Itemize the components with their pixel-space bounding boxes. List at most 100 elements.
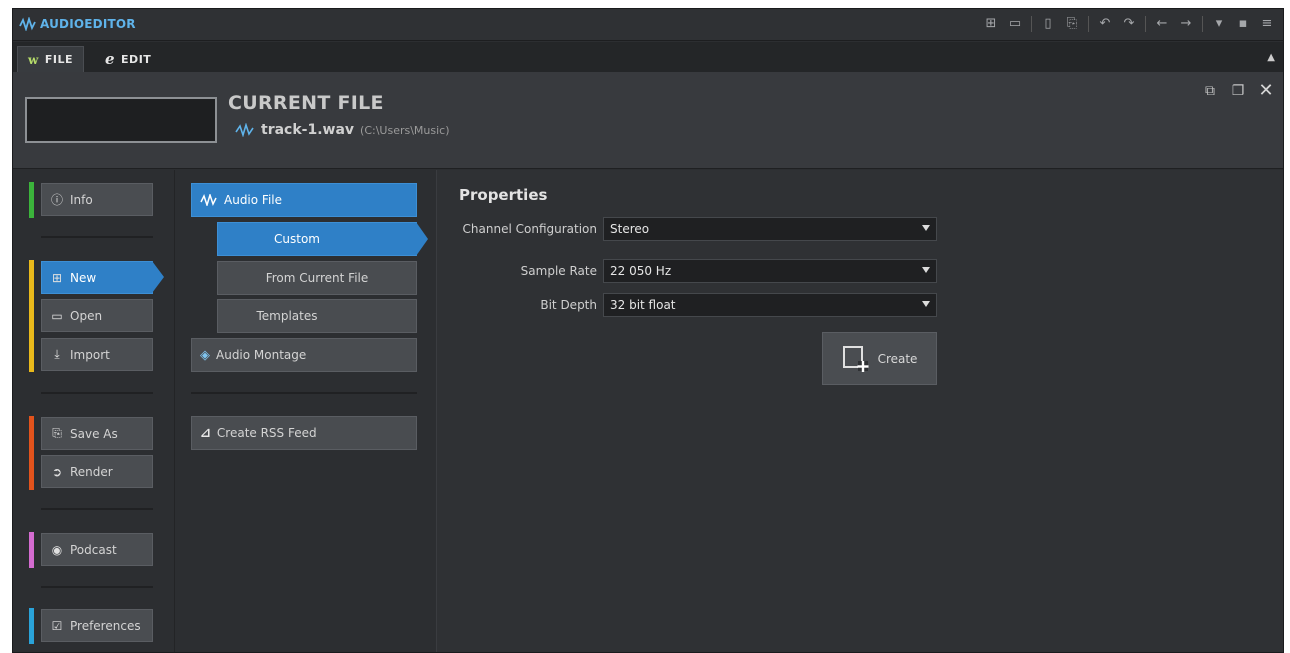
panel-divider xyxy=(191,392,417,394)
back-arrow-icon[interactable]: ← xyxy=(1154,15,1170,33)
sub-item-create-rss-feed[interactable]: ⊿ Create RSS Feed xyxy=(191,416,417,450)
close-icon[interactable]: ✕ xyxy=(1257,82,1275,100)
create-button[interactable]: Create xyxy=(822,332,937,385)
collapse-chevron-icon[interactable]: ▲ xyxy=(1267,52,1275,63)
tab-file-label: FILE xyxy=(44,53,73,66)
channel-configuration-label: Channel Configuration xyxy=(462,222,597,236)
sidebar-item-podcast[interactable]: ◉ Podcast xyxy=(41,533,153,566)
montage-icon: ◈ xyxy=(200,347,210,363)
toolbar-separator xyxy=(1145,16,1146,32)
new-file-icon: ⊞ xyxy=(51,270,63,285)
sidebar-item-render[interactable]: ➲ Render xyxy=(41,455,153,488)
channel-configuration-select[interactable]: Stereo xyxy=(603,217,937,241)
select-value: 22 050 Hz xyxy=(610,264,672,278)
sample-rate-select[interactable]: 22 050 Hz xyxy=(603,259,937,283)
tab-file[interactable]: w FILE xyxy=(17,46,84,72)
sub-item-custom[interactable]: Custom xyxy=(217,222,428,256)
prefs-strip xyxy=(29,608,34,644)
file-tab-icon: w xyxy=(28,52,39,67)
tab-edit-label: EDIT xyxy=(121,52,152,66)
title-toolbar: ⊞ ▭ ▯ ⎘ ↶ ↷ ← → ▾ ▪ ≡ xyxy=(983,15,1275,33)
sample-rate-label: Sample Rate xyxy=(520,264,597,278)
sidebar-item-save-as[interactable]: ⎘ Save As xyxy=(41,417,153,450)
folder-open-icon: ▭ xyxy=(51,308,63,323)
active-arrow xyxy=(416,222,428,256)
restore-window-icon[interactable]: ❐ xyxy=(1229,82,1247,100)
sidebar-item-info[interactable]: ⓘ Info xyxy=(41,183,153,216)
redo-icon[interactable]: ↷ xyxy=(1121,15,1137,33)
open-folder-icon[interactable]: ▭ xyxy=(1007,15,1023,33)
chevron-down-icon xyxy=(922,301,930,307)
save-icon[interactable]: ▯ xyxy=(1040,15,1056,33)
sidebar-divider xyxy=(41,392,153,394)
sidebar-item-label: Save As xyxy=(70,426,118,441)
sidebar-item-label: Info xyxy=(70,192,93,207)
select-value: 32 bit float xyxy=(610,298,676,312)
info-icon: ⓘ xyxy=(50,193,63,207)
sidebar-divider xyxy=(41,508,153,510)
waveform-icon xyxy=(235,123,254,137)
rss-icon: ⊿ xyxy=(200,425,211,441)
chevron-down-icon xyxy=(922,225,930,231)
undo-icon[interactable]: ↶ xyxy=(1097,15,1113,33)
new-file-icon xyxy=(842,345,869,372)
current-file-info: track-1.wav (C:\Users\Music) xyxy=(235,122,450,138)
podcast-strip xyxy=(29,532,34,568)
sub-item-from-current-file[interactable]: From Current File xyxy=(217,261,417,295)
sub-item-label: Templates xyxy=(256,309,318,323)
ribbon-tabs: w FILE e EDIT ▲ xyxy=(13,42,1283,72)
bit-depth-label: Bit Depth xyxy=(540,298,597,312)
sidebar-divider xyxy=(41,586,153,588)
toolbar-separator xyxy=(1031,16,1032,32)
file-strip xyxy=(29,260,34,372)
save-strip xyxy=(29,416,34,490)
sidebar-item-new[interactable]: ⊞ New xyxy=(41,261,164,294)
new-window-icon[interactable]: ⊞ xyxy=(983,15,999,33)
sidebar-item-preferences[interactable]: ☑ Preferences xyxy=(41,609,153,642)
app-window: AUDIOEDITOR ⊞ ▭ ▯ ⎘ ↶ ↷ ← → ▾ ▪ ≡ w FILE… xyxy=(12,8,1284,653)
menu-icon[interactable]: ≡ xyxy=(1259,15,1275,33)
sub-item-label: Audio Montage xyxy=(216,348,307,362)
active-arrow xyxy=(152,261,164,293)
current-file-path: (C:\Users\Music) xyxy=(360,124,450,137)
sub-item-audio-file[interactable]: Audio File xyxy=(191,183,417,217)
sub-item-label: Create RSS Feed xyxy=(216,426,317,440)
copy-window-icon[interactable]: ⧉ xyxy=(1201,82,1219,100)
dropdown-icon[interactable]: ▾ xyxy=(1211,15,1227,33)
tab-edit[interactable]: e EDIT xyxy=(95,46,161,72)
info-strip xyxy=(29,182,34,218)
preferences-icon: ☑ xyxy=(51,618,63,633)
sub-item-label: From Current File xyxy=(265,271,369,285)
waveform-thumbnail xyxy=(25,97,217,143)
bit-depth-select[interactable]: 32 bit float xyxy=(603,293,937,317)
sidebar-item-label: Import xyxy=(70,347,110,362)
main-area: ⓘ Info ⊞ New ▭ Open ⤓ Import ⎘ Save As ➲… xyxy=(13,170,1283,652)
maximize-icon[interactable]: ▪ xyxy=(1235,15,1251,33)
forward-arrow-icon[interactable]: → xyxy=(1178,15,1194,33)
import-icon: ⤓ xyxy=(54,347,60,361)
waveform-logo-icon xyxy=(19,17,36,31)
save-as-icon[interactable]: ⎘ xyxy=(1064,15,1080,33)
save-as-icon: ⎘ xyxy=(52,426,62,440)
toolbar-separator xyxy=(1202,16,1203,32)
current-file-header: CURRENT FILE track-1.wav (C:\Users\Music… xyxy=(13,72,1283,169)
app-title-text: AUDIOEDITOR xyxy=(40,17,136,31)
category-sidebar: ⓘ Info ⊞ New ▭ Open ⤓ Import ⎘ Save As ➲… xyxy=(13,170,175,652)
sub-item-templates[interactable]: Templates xyxy=(217,299,417,333)
sidebar-divider xyxy=(41,236,153,238)
create-button-label: Create xyxy=(877,351,918,366)
sub-item-label: Audio File xyxy=(224,193,283,207)
sidebar-item-label: New xyxy=(70,270,97,285)
header-controls: ⧉ ❐ ✕ xyxy=(1201,82,1275,100)
edit-tab-icon: e xyxy=(105,50,116,68)
sidebar-item-open[interactable]: ▭ Open xyxy=(41,299,153,332)
sidebar-item-import[interactable]: ⤓ Import xyxy=(41,338,153,371)
properties-panel: Properties Channel Configuration Stereo … xyxy=(437,170,1283,652)
sub-item-audio-montage[interactable]: ◈ Audio Montage xyxy=(191,338,417,372)
chevron-down-icon xyxy=(922,267,930,273)
toolbar-separator xyxy=(1088,16,1089,32)
waveform-icon xyxy=(200,194,217,206)
current-file-name: track-1.wav xyxy=(261,122,355,138)
current-file-title: CURRENT FILE xyxy=(228,92,384,114)
render-icon: ➲ xyxy=(51,464,63,479)
